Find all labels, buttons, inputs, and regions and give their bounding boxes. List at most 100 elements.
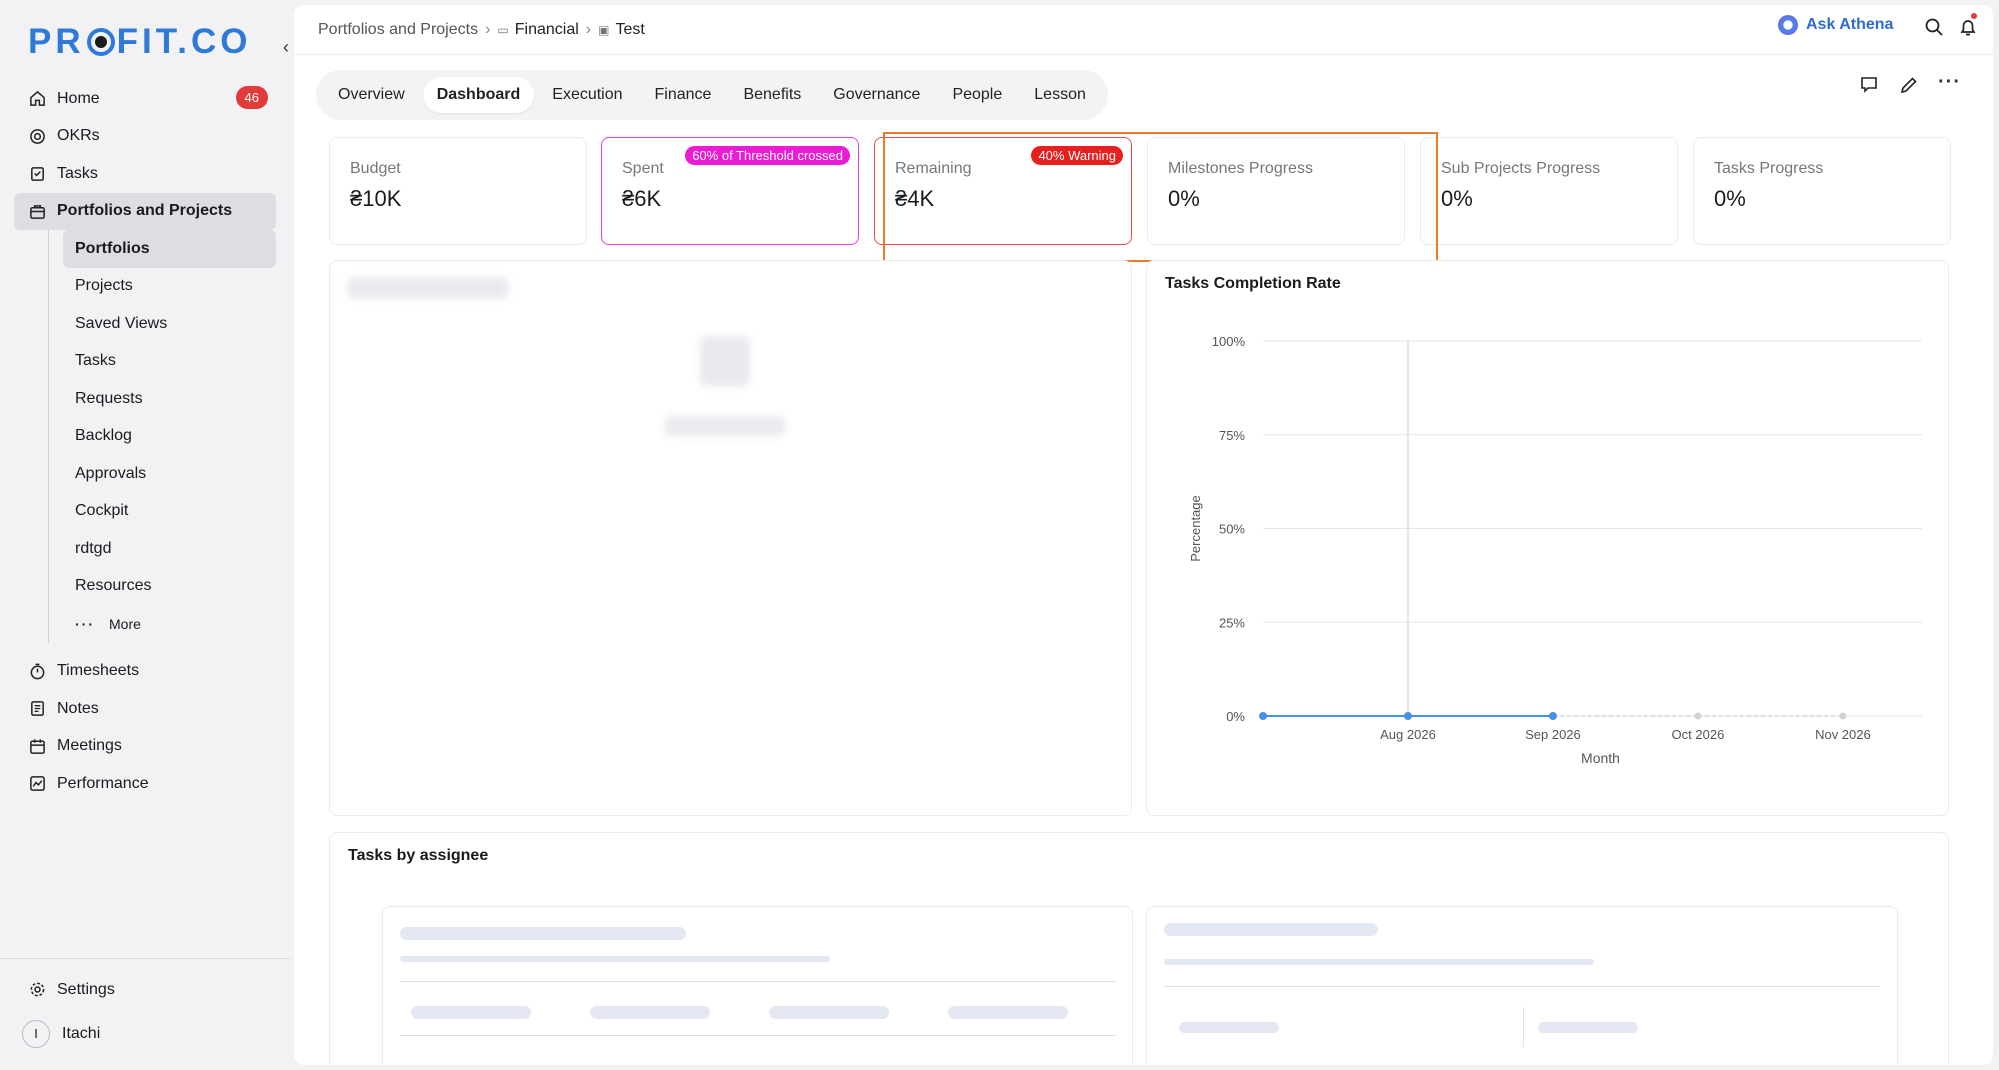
card-label: Milestones Progress bbox=[1168, 160, 1313, 177]
sidebar-item-label: Resources bbox=[75, 577, 152, 595]
sidebar-item-label: Requests bbox=[75, 389, 143, 407]
data-point bbox=[1259, 712, 1267, 720]
y-tick-label: 50% bbox=[1219, 522, 1245, 537]
loading-title-placeholder bbox=[348, 277, 508, 299]
calendar-icon bbox=[28, 737, 46, 755]
sidebar-item-label: Meetings bbox=[57, 737, 122, 755]
tab-execution[interactable]: Execution bbox=[538, 77, 636, 113]
tab-people[interactable]: People bbox=[938, 77, 1016, 113]
sidebar-subitem-portfolios[interactable]: Portfolios bbox=[63, 230, 276, 268]
chart-icon bbox=[28, 775, 46, 793]
sidebar-item-label: Home bbox=[57, 89, 100, 107]
spent-card[interactable]: 60% of Threshold crossed Spent ₴6K bbox=[601, 137, 859, 245]
sidebar-subitem-saved-views[interactable]: Saved Views bbox=[63, 305, 276, 343]
skeleton-bar bbox=[1538, 1022, 1638, 1033]
notification-badge: 46 bbox=[235, 86, 268, 109]
ask-athena-button[interactable]: Ask Athena bbox=[1778, 15, 1893, 35]
sidebar-item-label: Tasks bbox=[75, 352, 116, 370]
sidebar: PR FIT.CO ‹ Home 46 OKRs Tasks Portfolios… bbox=[0, 0, 290, 1070]
more-options-icon[interactable]: ··· bbox=[1938, 71, 1961, 94]
sidebar-subitem-more[interactable]: ··· More bbox=[63, 605, 276, 643]
collapse-sidebar-icon[interactable]: ‹ bbox=[283, 37, 289, 58]
sub-projects-progress-card[interactable]: Sub Projects Progress 0% bbox=[1420, 137, 1678, 245]
tab-finance[interactable]: Finance bbox=[641, 77, 726, 113]
tab-governance[interactable]: Governance bbox=[819, 77, 934, 113]
card-value: ₴6K bbox=[622, 186, 662, 211]
completion-line-chart: 0% 25% 50% 75% 100% Aug 2026 Sep 2026 Oct 2026 N… bbox=[1188, 334, 1922, 766]
sidebar-subitem-tasks[interactable]: Tasks bbox=[63, 343, 276, 381]
sidebar-subitem-projects[interactable]: Projects bbox=[63, 268, 276, 306]
search-icon[interactable] bbox=[1924, 17, 1944, 43]
sidebar-item-timesheets[interactable]: Timesheets bbox=[14, 653, 276, 691]
warning-badge: 40% Warning bbox=[1031, 146, 1123, 165]
divider bbox=[1164, 986, 1880, 987]
more-dots-icon: ··· bbox=[75, 615, 95, 632]
sidebar-item-label: OKRs bbox=[57, 127, 100, 145]
sidebar-item-label: Performance bbox=[57, 774, 149, 792]
user-name: Itachi bbox=[62, 1024, 101, 1042]
tab-overview[interactable]: Overview bbox=[324, 77, 419, 113]
threshold-badge: 60% of Threshold crossed bbox=[685, 146, 850, 165]
y-axis-label: Percentage bbox=[1188, 495, 1203, 562]
tab-dashboard[interactable]: Dashboard bbox=[422, 77, 535, 113]
comment-icon[interactable] bbox=[1859, 75, 1879, 101]
card-value: 0% bbox=[1441, 186, 1473, 211]
user-profile[interactable]: I Itachi bbox=[14, 1013, 290, 1055]
divider bbox=[1523, 1007, 1524, 1047]
tab-lesson[interactable]: Lesson bbox=[1020, 77, 1100, 113]
data-point bbox=[1548, 712, 1557, 720]
sidebar-item-portfolios-and-projects[interactable]: Portfolios and Projects bbox=[14, 192, 276, 230]
tab-bar: Overview Dashboard Execution Finance Ben… bbox=[316, 70, 1108, 120]
sidebar-item-tasks[interactable]: Tasks bbox=[14, 155, 276, 193]
tasks-by-assignee-panel: Tasks by assignee bbox=[329, 832, 1949, 1065]
home-icon bbox=[28, 90, 46, 108]
sidebar-subitem-rdtgd[interactable]: rdtgd bbox=[63, 530, 276, 568]
loading-text-placeholder bbox=[665, 416, 785, 436]
milestones-progress-card[interactable]: Milestones Progress 0% bbox=[1147, 137, 1405, 245]
sidebar-item-performance[interactable]: Performance bbox=[14, 765, 276, 803]
card-label: Sub Projects Progress bbox=[1441, 160, 1601, 177]
sidebar-item-notes[interactable]: Notes bbox=[14, 690, 276, 728]
sidebar-subitem-backlog[interactable]: Backlog bbox=[63, 418, 276, 456]
sidebar-subitem-resources[interactable]: Resources bbox=[63, 568, 276, 606]
sidebar-subitem-requests[interactable]: Requests bbox=[63, 380, 276, 418]
ask-athena-label: Ask Athena bbox=[1806, 16, 1894, 33]
breadcrumb-root[interactable]: Portfolios and Projects bbox=[318, 21, 478, 39]
tab-benefits[interactable]: Benefits bbox=[729, 77, 815, 113]
breadcrumb-leaf: Test bbox=[615, 20, 645, 38]
x-tick-label: Oct 2026 bbox=[1672, 727, 1725, 742]
edit-icon[interactable] bbox=[1899, 75, 1919, 101]
sidebar-item-settings[interactable]: Settings bbox=[14, 971, 290, 1009]
sidebar-item-label: Approvals bbox=[75, 464, 147, 482]
y-tick-label: 100% bbox=[1212, 334, 1246, 349]
gear-icon bbox=[28, 981, 46, 999]
tasks-progress-card[interactable]: Tasks Progress 0% bbox=[1693, 137, 1951, 245]
card-label: Tasks Progress bbox=[1714, 160, 1824, 177]
sidebar-item-home[interactable]: Home 46 bbox=[14, 80, 276, 118]
sidebar-subitem-cockpit[interactable]: Cockpit bbox=[63, 493, 276, 531]
clipboard-icon bbox=[28, 165, 46, 183]
skeleton-bar bbox=[1164, 923, 1378, 936]
notes-icon bbox=[28, 700, 46, 718]
card-value: ₴4K bbox=[895, 186, 935, 211]
athena-icon bbox=[1778, 15, 1798, 35]
sidebar-subitem-approvals[interactable]: Approvals bbox=[63, 455, 276, 493]
sidebar-item-meetings[interactable]: Meetings bbox=[14, 728, 276, 766]
main-panel: Portfolios and Projects › ▭ Financial › … bbox=[294, 5, 1993, 1065]
sidebar-item-label: More bbox=[109, 615, 141, 632]
bell-icon[interactable] bbox=[1958, 17, 1978, 43]
breadcrumb-mid[interactable]: Financial bbox=[515, 21, 579, 39]
remaining-card[interactable]: 40% Warning Remaining ₴4K bbox=[874, 137, 1132, 245]
brand-logo[interactable]: PR FIT.CO bbox=[28, 22, 251, 62]
panel-title: Tasks by assignee bbox=[348, 847, 489, 864]
skeleton-bar bbox=[1164, 959, 1594, 965]
skeleton-bar bbox=[1179, 1022, 1279, 1033]
skeleton-bar bbox=[948, 1006, 1068, 1019]
sidebar-item-label: Cockpit bbox=[75, 502, 129, 520]
avatar: I bbox=[22, 1019, 50, 1048]
notification-dot bbox=[1971, 13, 1977, 19]
loading-icon-placeholder bbox=[700, 336, 750, 386]
sidebar-item-okrs[interactable]: OKRs bbox=[14, 118, 276, 156]
budget-card[interactable]: Budget ₴10K bbox=[329, 137, 587, 245]
card-value: ₴10K bbox=[350, 186, 402, 211]
